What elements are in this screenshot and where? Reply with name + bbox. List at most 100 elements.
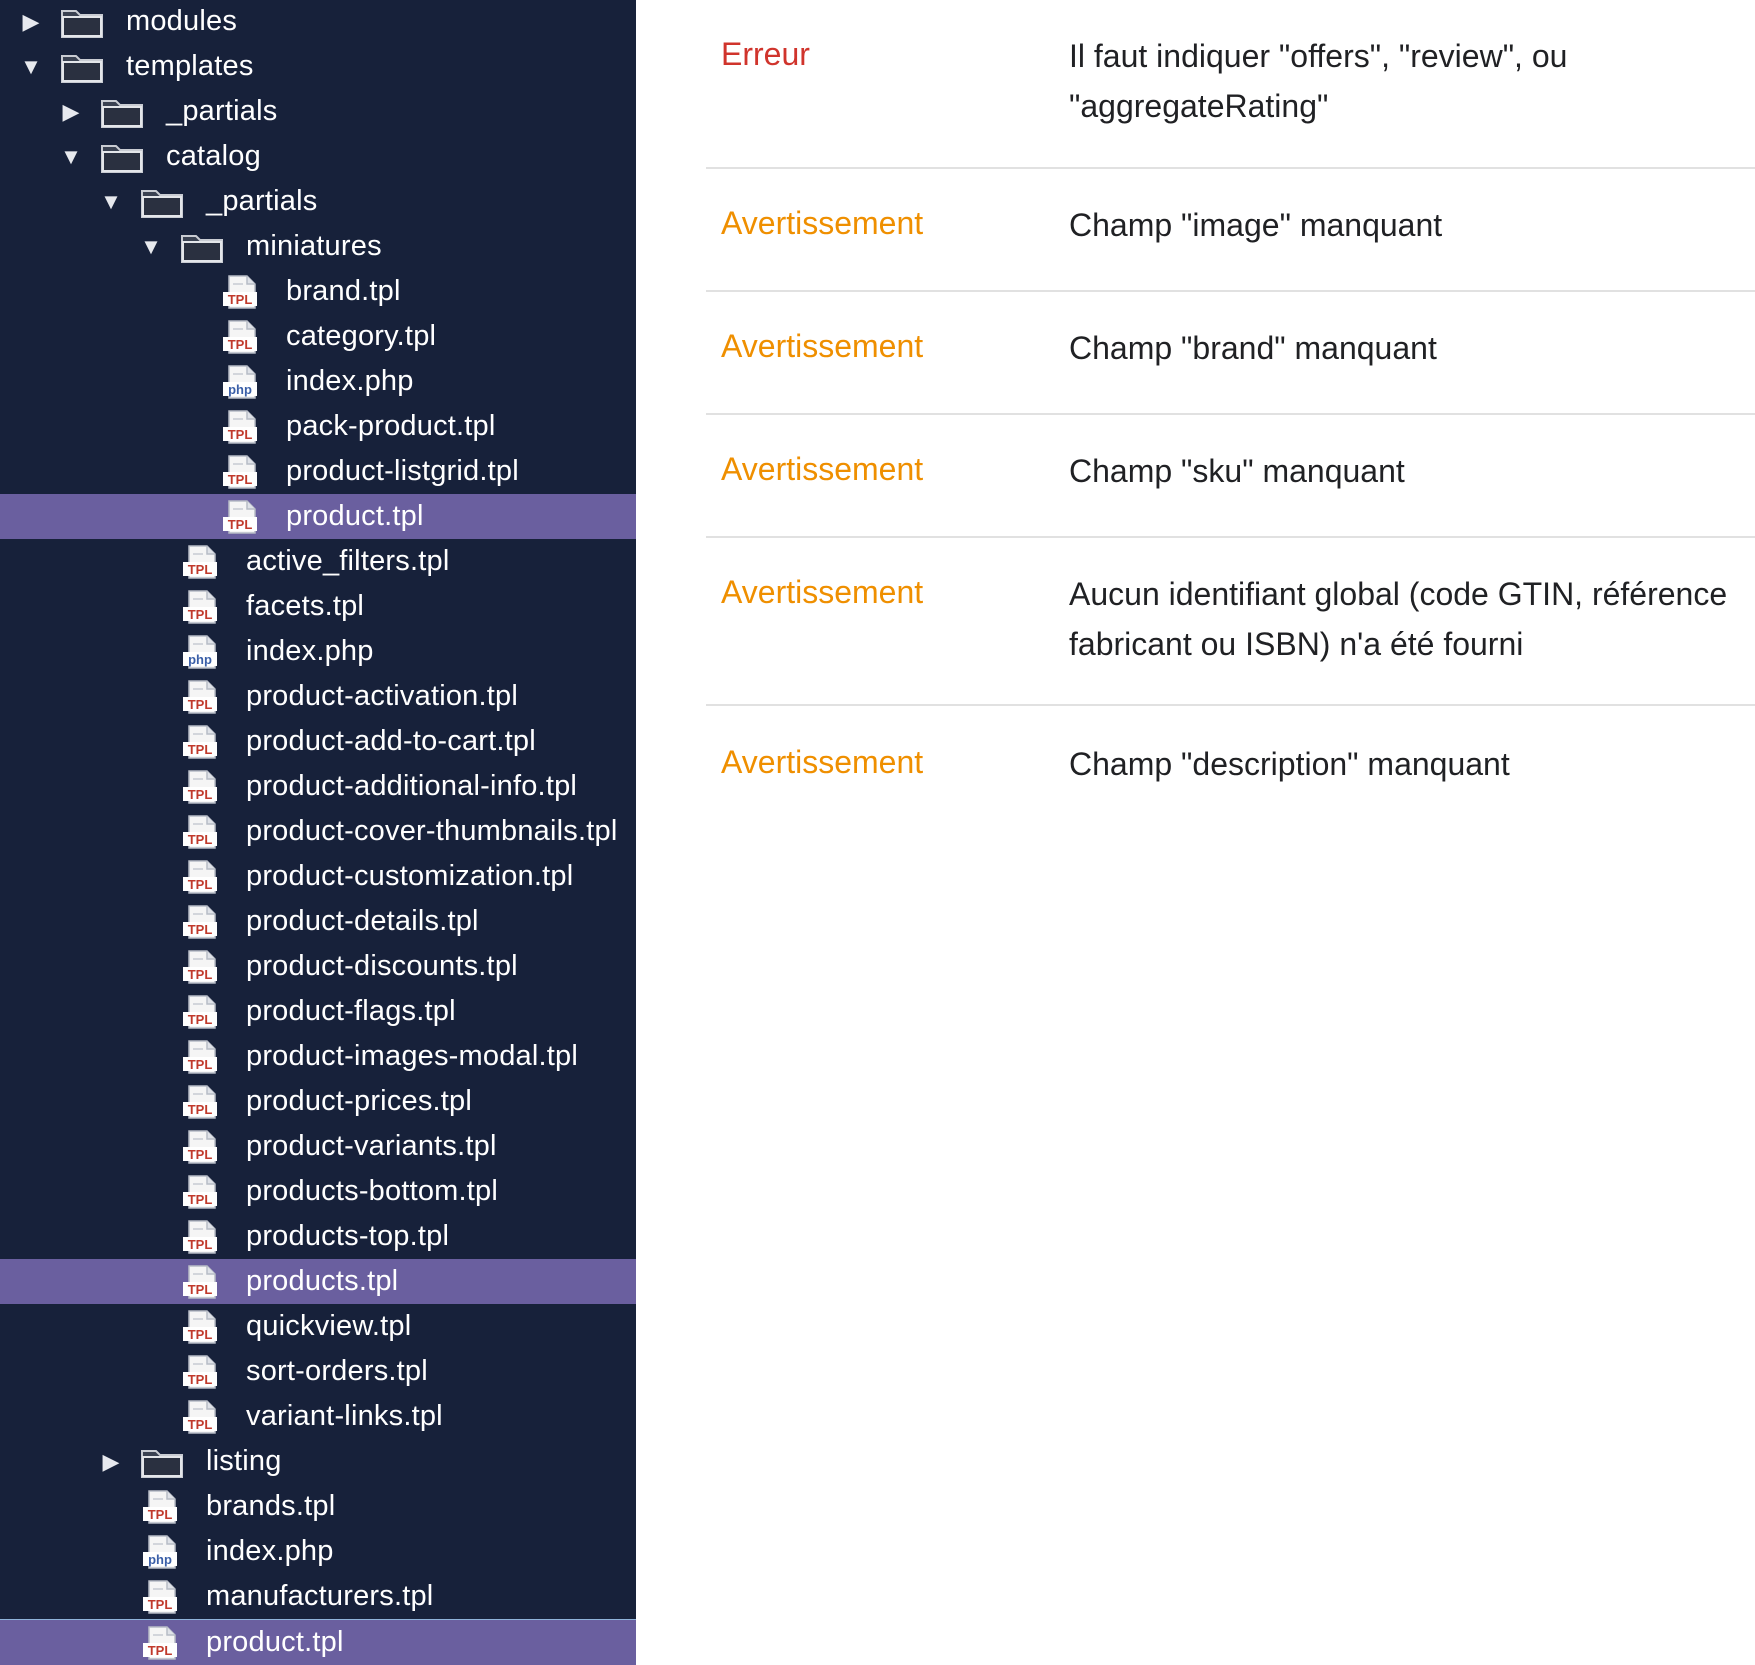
tree-item-label: listing xyxy=(206,1445,282,1477)
tpl-file-icon: TPL xyxy=(180,544,224,579)
warning-level-label: Avertissement xyxy=(721,574,924,610)
tree-item-product-discounts-tpl[interactable]: TPL product-discounts.tpl xyxy=(0,944,636,989)
tree-item-label: index.php xyxy=(206,1535,334,1567)
tree-item-label: _partials xyxy=(166,95,278,127)
chevron-down-icon[interactable]: ▼ xyxy=(60,144,82,170)
tree-item-label: product-cover-thumbnails.tpl xyxy=(246,815,618,847)
chevron-down-icon[interactable]: ▼ xyxy=(140,234,162,260)
tpl-file-icon: TPL xyxy=(180,1309,224,1344)
tree-item-pack-product-tpl[interactable]: TPL pack-product.tpl xyxy=(0,404,636,449)
svg-text:TPL: TPL xyxy=(188,607,213,622)
svg-text:TPL: TPL xyxy=(188,1237,213,1252)
tree-item-index-php[interactable]: php index.php xyxy=(0,1529,636,1574)
tree-item-label: product-flags.tpl xyxy=(246,995,456,1027)
svg-text:TPL: TPL xyxy=(188,1057,213,1072)
tree-item-product-listgrid-tpl[interactable]: TPL product-listgrid.tpl xyxy=(0,449,636,494)
tree-item-product-prices-tpl[interactable]: TPL product-prices.tpl xyxy=(0,1079,636,1124)
tree-item-label: products-top.tpl xyxy=(246,1220,450,1252)
svg-text:TPL: TPL xyxy=(188,1012,213,1027)
tree-item-label: templates xyxy=(126,50,254,82)
tree-item-brand-tpl[interactable]: TPL brand.tpl xyxy=(0,269,636,314)
tree-item-label: product-listgrid.tpl xyxy=(286,455,519,487)
chevron-right-icon[interactable]: ▶ xyxy=(100,1449,122,1475)
tree-item-partials[interactable]: ▶ _partials xyxy=(0,89,636,134)
tree-item-label: product-details.tpl xyxy=(246,905,479,937)
tree-item-brands-tpl[interactable]: TPL brands.tpl xyxy=(0,1484,636,1529)
tree-item-label: facets.tpl xyxy=(246,590,365,622)
tree-item-label: index.php xyxy=(246,635,374,667)
chevron-right-icon[interactable]: ▶ xyxy=(20,9,42,35)
tree-item-templates[interactable]: ▼ templates xyxy=(0,44,636,89)
tpl-file-icon: TPL xyxy=(140,1489,184,1524)
folder-icon xyxy=(100,140,144,174)
tree-item-label: product-add-to-cart.tpl xyxy=(246,725,536,757)
tree-item-product-customization-tpl[interactable]: TPL product-customization.tpl xyxy=(0,854,636,899)
tree-item-label: product-customization.tpl xyxy=(246,860,574,892)
tree-item-facets-tpl[interactable]: TPL facets.tpl xyxy=(0,584,636,629)
result-message: Champ "description" manquant xyxy=(1069,746,1510,782)
tree-item-miniatures[interactable]: ▼ miniatures xyxy=(0,224,636,269)
result-row: Avertissement Champ "brand" manquant xyxy=(706,290,1755,415)
svg-text:TPL: TPL xyxy=(188,922,213,937)
tree-item-products-top-tpl[interactable]: TPL products-top.tpl xyxy=(0,1214,636,1259)
result-message: Champ "image" manquant xyxy=(1069,207,1443,243)
tree-item-label: catalog xyxy=(166,140,261,172)
tree-item-modules[interactable]: ▶ modules xyxy=(0,0,636,44)
svg-text:TPL: TPL xyxy=(228,337,253,352)
tree-item-label: quickview.tpl xyxy=(246,1310,412,1342)
tpl-file-icon: TPL xyxy=(180,1084,224,1119)
tree-item-partials[interactable]: ▼ _partials xyxy=(0,179,636,224)
tpl-file-icon: TPL xyxy=(220,409,264,444)
tree-item-product-flags-tpl[interactable]: TPL product-flags.tpl xyxy=(0,989,636,1034)
tpl-file-icon: TPL xyxy=(180,949,224,984)
tree-item-product-activation-tpl[interactable]: TPL product-activation.tpl xyxy=(0,674,636,719)
svg-text:TPL: TPL xyxy=(188,1102,213,1117)
tree-item-label: miniatures xyxy=(246,230,382,262)
tpl-file-icon: TPL xyxy=(180,769,224,804)
tree-item-product-additional-info-tpl[interactable]: TPL product-additional-info.tpl xyxy=(0,764,636,809)
tpl-file-icon: TPL xyxy=(220,499,264,534)
tree-item-category-tpl[interactable]: TPL category.tpl xyxy=(0,314,636,359)
tree-item-label: manufacturers.tpl xyxy=(206,1580,434,1612)
tree-item-sort-orders-tpl[interactable]: TPL sort-orders.tpl xyxy=(0,1349,636,1394)
tree-item-index-php[interactable]: php index.php xyxy=(0,359,636,404)
svg-text:TPL: TPL xyxy=(188,1372,213,1387)
svg-text:TPL: TPL xyxy=(188,832,213,847)
result-row: Avertissement Aucun identifiant global (c… xyxy=(706,536,1755,706)
tree-item-product-cover-thumbnails-tpl[interactable]: TPL product-cover-thumbnails.tpl xyxy=(0,809,636,854)
tree-item-product-details-tpl[interactable]: TPL product-details.tpl xyxy=(0,899,636,944)
warning-level-label: Avertissement xyxy=(721,328,924,364)
chevron-right-icon[interactable]: ▶ xyxy=(60,99,82,125)
tree-item-products-bottom-tpl[interactable]: TPL products-bottom.tpl xyxy=(0,1169,636,1214)
warning-level-label: Avertissement xyxy=(721,744,924,780)
tree-item-index-php[interactable]: php index.php xyxy=(0,629,636,674)
tree-item-product-add-to-cart-tpl[interactable]: TPL product-add-to-cart.tpl xyxy=(0,719,636,764)
tree-item-catalog[interactable]: ▼ catalog xyxy=(0,134,636,179)
folder-icon xyxy=(140,1445,184,1479)
tree-item-product-tpl[interactable]: TPL product.tpl xyxy=(0,494,636,539)
svg-text:TPL: TPL xyxy=(188,1417,213,1432)
result-message: Champ "sku" manquant xyxy=(1069,453,1405,489)
tree-item-products-tpl[interactable]: TPL products.tpl xyxy=(0,1259,636,1304)
tpl-file-icon: TPL xyxy=(180,724,224,759)
chevron-down-icon[interactable]: ▼ xyxy=(100,189,122,215)
tree-item-active-filters-tpl[interactable]: TPL active_filters.tpl xyxy=(0,539,636,584)
svg-text:TPL: TPL xyxy=(148,1597,173,1612)
tree-item-product-images-modal-tpl[interactable]: TPL product-images-modal.tpl xyxy=(0,1034,636,1079)
tree-item-listing[interactable]: ▶ listing xyxy=(0,1439,636,1484)
tree-item-product-tpl[interactable]: TPL product.tpl xyxy=(0,1619,636,1665)
svg-text:TPL: TPL xyxy=(228,472,253,487)
tpl-file-icon: TPL xyxy=(220,319,264,354)
tree-item-product-variants-tpl[interactable]: TPL product-variants.tpl xyxy=(0,1124,636,1169)
tree-item-label: modules xyxy=(126,5,238,37)
tpl-file-icon: TPL xyxy=(180,994,224,1029)
tree-item-quickview-tpl[interactable]: TPL quickview.tpl xyxy=(0,1304,636,1349)
tree-item-label: products-bottom.tpl xyxy=(246,1175,499,1207)
chevron-down-icon[interactable]: ▼ xyxy=(20,54,42,80)
tpl-file-icon: TPL xyxy=(180,1354,224,1389)
tree-item-variant-links-tpl[interactable]: TPL variant-links.tpl xyxy=(0,1394,636,1439)
tree-item-manufacturers-tpl[interactable]: TPL manufacturers.tpl xyxy=(0,1574,636,1619)
svg-text:TPL: TPL xyxy=(148,1643,173,1658)
svg-text:php: php xyxy=(228,382,252,397)
tree-item-label: products.tpl xyxy=(246,1265,399,1297)
